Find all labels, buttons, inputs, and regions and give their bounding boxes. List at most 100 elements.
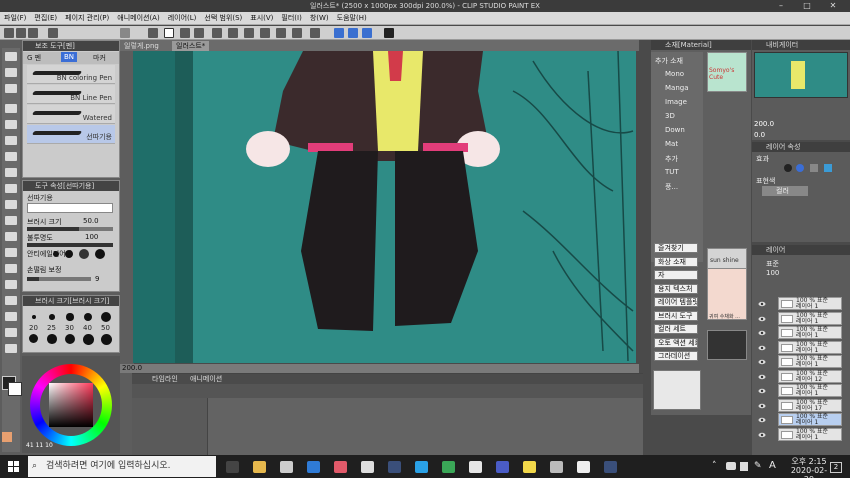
layer-row[interactable]: 100 % 표준 레이어 1 [778,427,842,441]
store-icon[interactable] [280,461,293,473]
help-icon[interactable] [384,28,394,38]
task-view-icon[interactable] [226,461,239,473]
correct-line-tool-icon[interactable] [5,344,17,353]
material-tree-item[interactable]: Mat [665,140,678,148]
chrome-icon[interactable] [442,461,455,473]
cloud-icon[interactable] [48,28,58,38]
material-category-item[interactable]: 컬러 세트 [654,324,698,334]
eyedropper-tool-icon[interactable] [5,120,17,129]
material-category-item[interactable]: 레이어 템플릿 [654,297,698,307]
layer-row[interactable]: 100 % 표준 레이어 1 [778,413,842,426]
twitter-icon[interactable] [415,461,428,473]
layer-row[interactable]: 100 % 표준 레이어 1 [778,297,842,310]
ruler-snap-icon[interactable] [334,28,344,38]
tab-file-1[interactable]: 일렇게.png [120,41,163,51]
brush-size-dot[interactable] [49,314,55,320]
eraser-tool-icon[interactable] [5,200,17,209]
material-category-item[interactable]: 자 [654,270,698,280]
material-category-item[interactable]: 즐겨찾기 [654,243,698,253]
layer-visibility-icon[interactable] [758,402,766,410]
fill-tool-icon[interactable] [5,232,17,241]
volume-icon[interactable] [740,462,748,471]
menu-item-6[interactable]: 표시(V) [246,12,277,24]
lasso-tool-icon[interactable] [5,104,17,113]
stabilization-slider[interactable] [27,277,91,281]
drawing-canvas[interactable] [133,51,636,363]
effect-border-icon[interactable] [784,164,792,172]
crop-icon[interactable] [276,28,286,38]
material-category-item[interactable]: 브러시 도구 [654,310,698,321]
material-tree-item[interactable]: 풍... [665,182,678,192]
material-category-item[interactable]: 화상 소재 [654,256,698,267]
balloon-tool-icon[interactable] [5,328,17,337]
expression-select[interactable]: 컬러 [762,186,808,196]
text-tool-icon[interactable] [5,312,17,321]
brush-item[interactable]: Watered [27,105,115,124]
app-icon-1[interactable] [334,461,347,473]
menu-item-0[interactable]: 파일(F) [0,12,30,24]
color-swatch-icon[interactable] [164,28,174,38]
brush-size-dot[interactable] [100,311,112,323]
tab-marker[interactable]: 마커 [93,53,106,63]
animation-tab[interactable]: 애니메이션 [190,375,222,383]
menu-item-8[interactable]: 창(W) [306,12,333,24]
brush-size-dot[interactable] [66,313,74,321]
menu-item-5[interactable]: 선택 범위(S) [200,12,246,24]
antialias-mid[interactable] [79,249,89,259]
selection-tool-icon[interactable] [5,84,17,93]
blend-mode[interactable]: 표준 [766,259,779,269]
material-thumb-3[interactable]: 귀여 수채화 ... [707,268,747,320]
brush-size-dot[interactable] [101,334,113,346]
windows-start-icon[interactable] [8,461,20,473]
zoom-value[interactable]: 200.0 [122,364,142,372]
material-palette-thumb[interactable] [707,330,747,360]
layer-icon[interactable] [148,28,158,38]
minimize-button[interactable]: – [770,0,792,12]
layer-row[interactable]: 100 % 표준 레이어 1 [778,311,842,325]
file-explorer-icon[interactable] [253,461,266,473]
navigator-zoom[interactable]: 200.0 [754,120,774,128]
kakaotalk-icon[interactable] [523,461,536,473]
save-icon[interactable] [28,28,38,38]
airbrush-tool-icon[interactable] [5,184,17,193]
sub-color-swatch[interactable] [8,382,22,396]
effect-tone-icon[interactable] [796,164,804,172]
layer-row[interactable]: 100 % 표준 레이어 1 [778,384,842,397]
steam-icon-2[interactable] [604,461,617,473]
brush-item[interactable]: BN Line Pen [27,85,115,104]
brush-item[interactable]: 선따기용 [27,125,115,144]
material-category-item[interactable]: 그라데이션 [654,351,698,361]
app-icon-2[interactable] [496,461,509,473]
layer-visibility-icon[interactable] [758,344,766,352]
antialias-weak[interactable] [65,250,73,258]
maximize-button[interactable]: □ [796,0,818,12]
brush-size-dot[interactable] [83,334,94,345]
brush-size-dot[interactable] [29,334,38,343]
redo-icon[interactable] [194,28,204,38]
clip-studio-icon[interactable] [550,461,563,473]
deselect-icon[interactable] [244,28,254,38]
layer-visibility-icon[interactable] [758,315,766,323]
layer-visibility-icon[interactable] [758,358,766,366]
open-file-icon[interactable] [16,28,26,38]
zoom-tool-icon[interactable] [5,68,17,77]
material-tree-item[interactable]: 추가 소재 [655,56,683,66]
menu-item-3[interactable]: 애니메이션(A) [113,12,163,24]
material-category-item[interactable]: 오토 액션 세트 [654,337,698,348]
clear-icon[interactable] [212,28,222,38]
layer-visibility-icon[interactable] [758,416,766,424]
layer-row[interactable]: 100 % 표준 레이어 17 [778,398,842,412]
tool-name-field[interactable] [27,203,113,213]
brush-size-dot[interactable] [65,334,76,345]
antialias-strong[interactable] [95,249,105,259]
frame-tool-icon[interactable] [5,280,17,289]
brush-size-dot[interactable] [32,315,36,319]
layer-row[interactable]: 100 % 표준 레이어 1 [778,355,842,368]
transform-icon[interactable] [228,28,238,38]
fill-icon[interactable] [292,28,302,38]
edge-icon[interactable] [307,461,320,473]
menu-item-9[interactable]: 도움말(H) [333,12,371,24]
layer-visibility-icon[interactable] [758,387,766,395]
system-clock[interactable]: 오후 2:15 2020-02-29 [788,457,830,478]
pen-tool-icon[interactable] [5,136,17,145]
